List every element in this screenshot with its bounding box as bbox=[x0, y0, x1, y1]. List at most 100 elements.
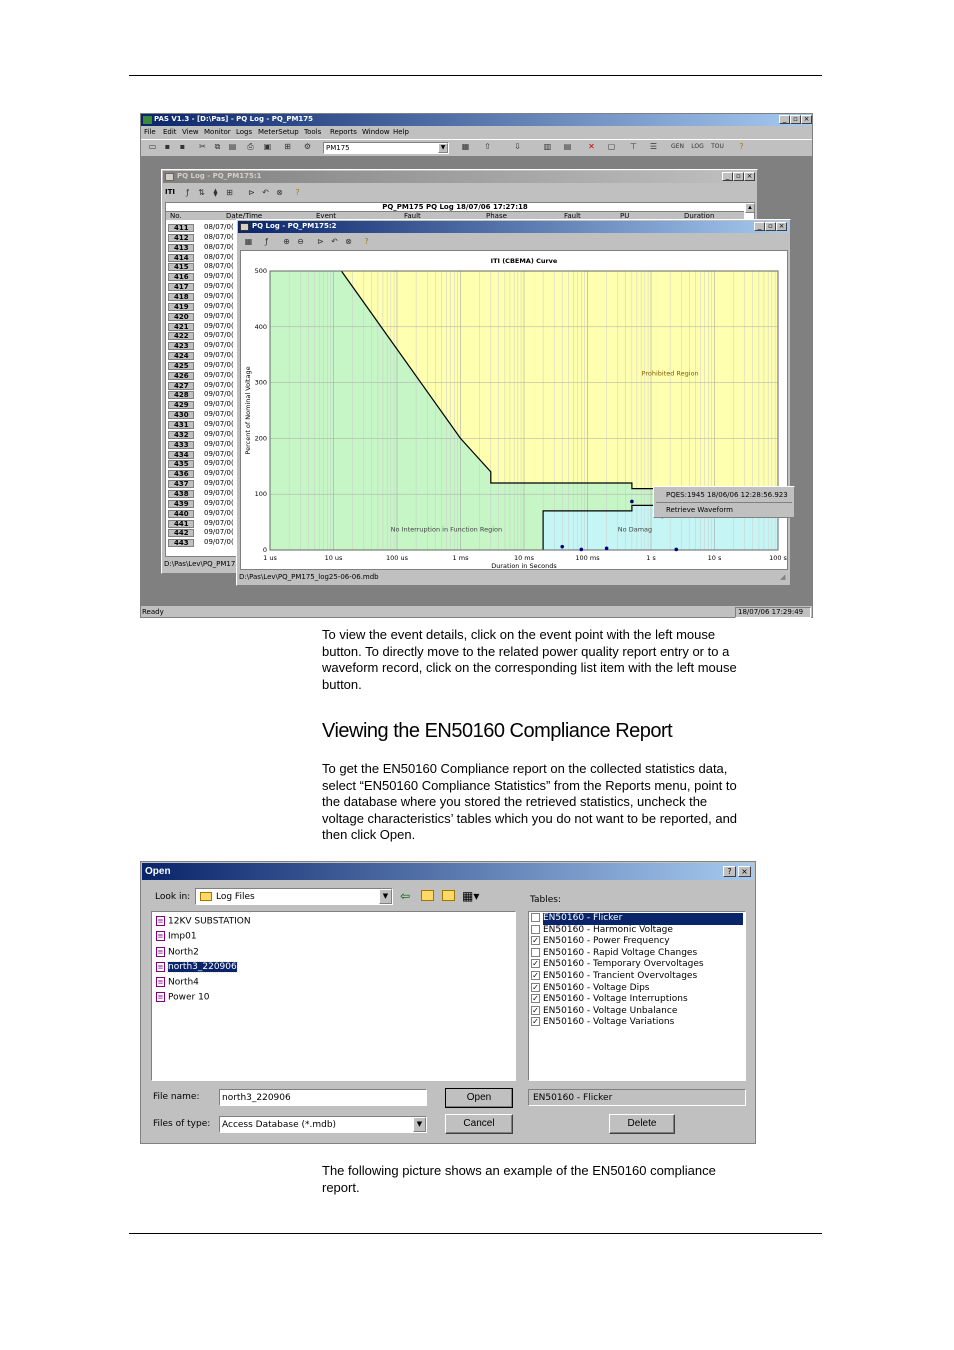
table-list-item[interactable]: ✓ EN50160 - Voltage Dips bbox=[531, 982, 743, 995]
menu-item[interactable]: View bbox=[182, 129, 199, 136]
preview-icon[interactable]: ▣ bbox=[261, 141, 274, 153]
menu-item[interactable]: Monitor bbox=[204, 129, 231, 136]
table-checkbox[interactable]: ✓ bbox=[531, 994, 540, 1004]
table-checkbox[interactable]: ✓ bbox=[531, 959, 540, 969]
menu-item[interactable]: File bbox=[144, 129, 156, 136]
window-icon[interactable]: ▢ bbox=[605, 141, 618, 153]
table-row[interactable]: 436 09/07/0( bbox=[166, 469, 246, 479]
file-list-item[interactable]: ≡ North2 bbox=[156, 946, 251, 962]
table-row[interactable]: 431 09/07/0( bbox=[166, 420, 246, 429]
table-row[interactable]: 423 09/07/0( bbox=[166, 341, 246, 351]
table-list-item[interactable]: ✓ EN50160 - Voltage Interruptions bbox=[531, 994, 743, 1006]
table-row[interactable]: 428 09/07/0( bbox=[166, 390, 246, 400]
paste-icon[interactable]: ▤ bbox=[226, 141, 239, 153]
table-checkbox[interactable]: ✓ bbox=[531, 1005, 540, 1015]
scroll-up-icon[interactable]: ▲ bbox=[745, 203, 755, 213]
delete-button[interactable]: Delete bbox=[609, 1114, 675, 1134]
chevron-down-icon[interactable]: ▼ bbox=[438, 143, 448, 153]
table-row[interactable]: 432 09/07/0( bbox=[166, 430, 246, 439]
curve-function-icon[interactable]: ƒ bbox=[260, 236, 273, 248]
log-column-header[interactable]: No. bbox=[170, 213, 182, 220]
table-row[interactable]: 435 09/07/0( bbox=[166, 459, 246, 469]
table-row[interactable]: 420 09/07/0( bbox=[166, 312, 246, 321]
curve-next-icon[interactable]: ⊳ bbox=[314, 236, 327, 248]
table-list-item[interactable]: EN50160 - Harmonic Voltage bbox=[531, 924, 743, 937]
look-in-chevron-icon[interactable]: ▼ bbox=[379, 889, 392, 904]
table-list-item[interactable]: ✓ EN50160 - Temporary Overvoltages bbox=[531, 959, 743, 971]
table-row[interactable]: 427 09/07/0( bbox=[166, 381, 246, 390]
new-folder-icon[interactable] bbox=[442, 890, 455, 901]
curve-restore-icon[interactable]: ▫ bbox=[765, 222, 776, 231]
tou-icon[interactable]: TOU bbox=[711, 141, 724, 153]
file-list-item[interactable]: ≡ North4 bbox=[156, 977, 251, 992]
table-checkbox[interactable]: ✓ bbox=[531, 1017, 540, 1027]
table-row[interactable]: 424 09/07/0( bbox=[166, 351, 246, 361]
cancel-icon[interactable]: ⊗ bbox=[273, 187, 286, 199]
zoom-out-icon[interactable]: ⊖ bbox=[294, 236, 307, 248]
zoom-in-icon[interactable]: ⊕ bbox=[280, 236, 293, 248]
resize-grip-icon[interactable]: ◢ bbox=[780, 574, 785, 581]
table-row[interactable]: 425 09/07/0( bbox=[166, 361, 246, 370]
file-list-item[interactable]: ≡ north3_220906 bbox=[156, 961, 251, 977]
curve-undo-icon[interactable]: ↶ bbox=[328, 236, 341, 248]
table-row[interactable]: 442 09/07/0( bbox=[166, 528, 246, 538]
file-list-item[interactable]: ≡ Power 10 bbox=[156, 992, 251, 1007]
log-minimize-icon[interactable]: _ bbox=[722, 172, 733, 181]
table-row[interactable]: 418 09/07/0( bbox=[166, 292, 246, 301]
table-row[interactable]: 412 08/07/0( bbox=[166, 233, 246, 242]
log-close-icon[interactable]: × bbox=[744, 172, 755, 181]
up-folder-icon[interactable] bbox=[421, 890, 434, 901]
help-icon[interactable]: ? bbox=[735, 141, 748, 153]
menu-item[interactable]: Window bbox=[362, 129, 390, 136]
table-row[interactable]: 422 09/07/0( bbox=[166, 331, 246, 341]
network-icon[interactable]: ⚙ bbox=[301, 141, 314, 153]
table-list-item[interactable]: ✓ EN50160 - Power Frequency bbox=[531, 936, 743, 948]
table-row[interactable]: 415 08/07/0( bbox=[166, 262, 246, 272]
menu-item[interactable]: Tools bbox=[304, 129, 321, 136]
table-checkbox[interactable] bbox=[531, 924, 540, 934]
next-icon[interactable]: ⊳ bbox=[245, 187, 258, 199]
table-row[interactable]: 426 09/07/0( bbox=[166, 371, 246, 380]
file-type-chevron-icon[interactable]: ▼ bbox=[413, 1117, 426, 1132]
back-arrow-icon[interactable]: ⇦ bbox=[400, 889, 410, 903]
save-icon[interactable]: ▪ bbox=[161, 141, 174, 153]
stop-icon[interactable]: ✕ bbox=[585, 141, 598, 153]
table-row[interactable]: 443 09/07/0( bbox=[166, 538, 246, 548]
upload-icon[interactable]: ⇧ bbox=[481, 141, 494, 153]
dialog-close-icon[interactable]: × bbox=[738, 866, 751, 877]
undo-icon[interactable]: ↶ bbox=[259, 187, 272, 199]
grid-view-icon[interactable]: ▦ bbox=[242, 236, 255, 248]
table-row[interactable]: 434 09/07/0( bbox=[166, 450, 246, 459]
table-row[interactable]: 437 09/07/0( bbox=[166, 479, 246, 489]
table-checkbox[interactable]: ✓ bbox=[531, 982, 540, 992]
table-row[interactable]: 411 08/07/0( bbox=[166, 223, 246, 232]
properties-icon[interactable]: ⊞ bbox=[281, 141, 294, 153]
look-in-select[interactable]: Log Files ▼ bbox=[195, 888, 393, 905]
menu-item[interactable]: Logs bbox=[236, 129, 252, 136]
table-list-item[interactable]: ✓ EN50160 - Voltage Variations bbox=[531, 1017, 743, 1029]
download-icon[interactable]: ⇩ bbox=[511, 141, 524, 153]
list-icon[interactable]: ☰ bbox=[647, 141, 660, 153]
iti-button[interactable]: ITI bbox=[165, 189, 175, 196]
curve-help-icon[interactable]: ? bbox=[360, 236, 373, 248]
log-help-icon[interactable]: ? bbox=[291, 187, 304, 199]
save-all-icon[interactable]: ▪ bbox=[176, 141, 189, 153]
close-icon[interactable]: × bbox=[801, 115, 812, 124]
settings-icon[interactable]: ⊞ bbox=[223, 187, 236, 199]
table-checkbox[interactable] bbox=[531, 947, 540, 957]
tools-icon[interactable]: ⊤ bbox=[627, 141, 640, 153]
curve-minimize-icon[interactable]: _ bbox=[754, 222, 765, 231]
table-row[interactable]: 433 09/07/0( bbox=[166, 440, 246, 449]
cancel-button[interactable]: Cancel bbox=[445, 1114, 513, 1134]
table-row[interactable]: 416 09/07/0( bbox=[166, 272, 246, 282]
monitor-icon[interactable]: ▤ bbox=[561, 141, 574, 153]
table-row[interactable]: 430 09/07/0( bbox=[166, 410, 246, 420]
table-row[interactable]: 417 09/07/0( bbox=[166, 282, 246, 292]
table-list-item[interactable]: EN50160 - Flicker bbox=[531, 913, 743, 925]
sort-icon[interactable]: ⇅ bbox=[195, 187, 208, 199]
table-row[interactable]: 441 09/07/0( bbox=[166, 519, 246, 528]
retrieve-waveform-item[interactable]: Retrieve Waveform bbox=[666, 507, 733, 514]
view-menu-icon[interactable]: ▦▾ bbox=[462, 889, 479, 903]
table-row[interactable]: 414 08/07/0( bbox=[166, 253, 246, 262]
menu-item[interactable]: Reports bbox=[330, 129, 357, 136]
